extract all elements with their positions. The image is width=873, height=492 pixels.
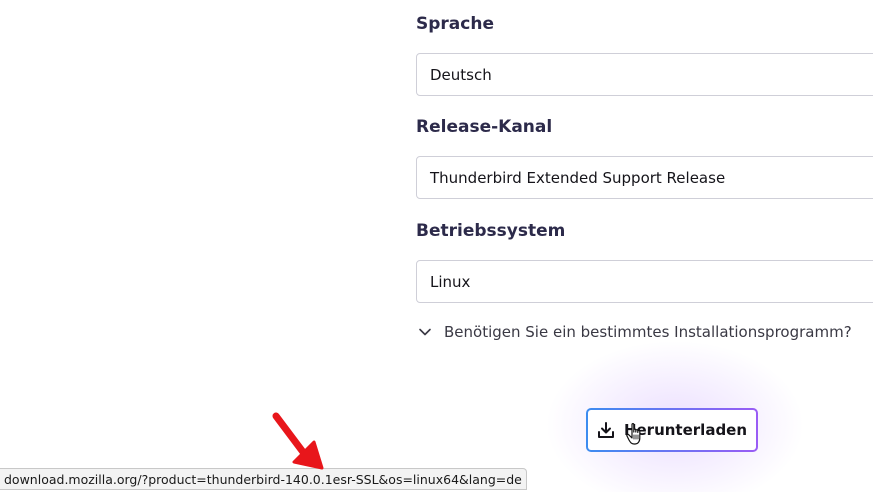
channel-select[interactable]: Thunderbird Extended Support Release: [416, 156, 873, 199]
installer-disclosure[interactable]: Benötigen Sie ein bestimmtes Installatio…: [416, 320, 852, 344]
channel-select-value: Thunderbird Extended Support Release: [430, 168, 726, 187]
os-select[interactable]: Linux: [416, 260, 873, 303]
status-bar-url: download.mozilla.org/?product=thunderbir…: [0, 468, 527, 490]
language-select[interactable]: Deutsch: [416, 53, 873, 96]
language-label: Sprache: [416, 14, 494, 34]
download-page: Sprache Deutsch Release-Kanal Thunderbir…: [0, 0, 873, 492]
os-select-value: Linux: [430, 272, 471, 291]
download-button[interactable]: Herunterladen: [586, 408, 758, 452]
download-icon: [597, 421, 615, 439]
red-arrow-annotation-icon: [272, 412, 324, 470]
chevron-down-icon: [416, 323, 434, 341]
os-label: Betriebssystem: [416, 221, 566, 241]
channel-label: Release-Kanal: [416, 117, 553, 137]
hand-cursor-icon: [626, 421, 648, 447]
language-select-value: Deutsch: [430, 65, 492, 84]
installer-disclosure-label: Benötigen Sie ein bestimmtes Installatio…: [444, 323, 852, 341]
